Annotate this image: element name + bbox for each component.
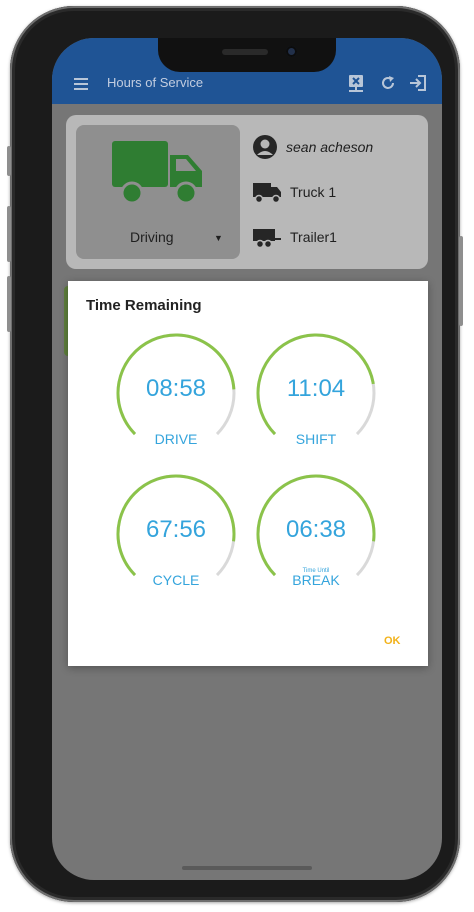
time-remaining-dialog: Time Remaining 08:58 DRIVE 11:04 SHIFT 6… (68, 281, 428, 666)
gauge-value: 08:58 (145, 375, 207, 402)
gauge-label: DRIVE (154, 431, 198, 447)
break-gauge: 06:38 Time Until BREAK (254, 472, 378, 596)
status-card: Driving ▼ sean acheson Truck 1 Trailer1 (66, 115, 428, 269)
front-camera (286, 46, 297, 57)
refresh-icon[interactable] (378, 73, 398, 93)
ok-button[interactable]: OK (384, 635, 401, 647)
phone-frame: Hours of Service Driving ▼ sean acheson … (7, 6, 463, 902)
gauge-label: CYCLE (152, 572, 200, 588)
gauge-value: 67:56 (145, 516, 207, 543)
speaker-grille (222, 49, 268, 55)
silent-switch (7, 146, 11, 176)
notch (158, 38, 336, 72)
dialog-title: Time Remaining (86, 297, 202, 314)
no-connection-icon[interactable] (346, 73, 366, 93)
gauge-label: SHIFT (295, 431, 337, 447)
drive-gauge: 08:58 DRIVE (114, 331, 238, 455)
duty-status-selector[interactable]: Driving ▼ (76, 125, 240, 259)
gauge-label: BREAK (292, 572, 340, 588)
truck-icon (112, 141, 202, 205)
volume-up-button (7, 206, 11, 262)
screen: Hours of Service Driving ▼ sean acheson … (52, 38, 442, 880)
driver-row: sean acheson (252, 133, 373, 161)
account-circle-icon (253, 135, 277, 159)
home-indicator (182, 866, 312, 870)
power-button (459, 236, 463, 326)
truck-name: Truck 1 (290, 184, 337, 200)
volume-down-button (7, 276, 11, 332)
shift-gauge: 11:04 SHIFT (254, 331, 378, 455)
gauge-value: 11:04 (286, 375, 346, 402)
driver-name: sean acheson (286, 139, 374, 155)
trailer-name: Trailer1 (290, 229, 337, 245)
logout-icon[interactable] (408, 73, 428, 93)
menu-icon[interactable] (74, 78, 88, 90)
vehicle-icon (253, 183, 281, 204)
truck-row: Truck 1 (252, 178, 336, 206)
trailer-icon (253, 229, 281, 249)
app-title: Hours of Service (107, 75, 204, 90)
gauge-value: 06:38 (285, 516, 347, 543)
trailer-row: Trailer1 (252, 223, 337, 251)
duty-status-label: Driving (130, 229, 174, 245)
cycle-gauge: 67:56 CYCLE (114, 472, 238, 596)
chevron-down-icon: ▼ (214, 233, 223, 243)
